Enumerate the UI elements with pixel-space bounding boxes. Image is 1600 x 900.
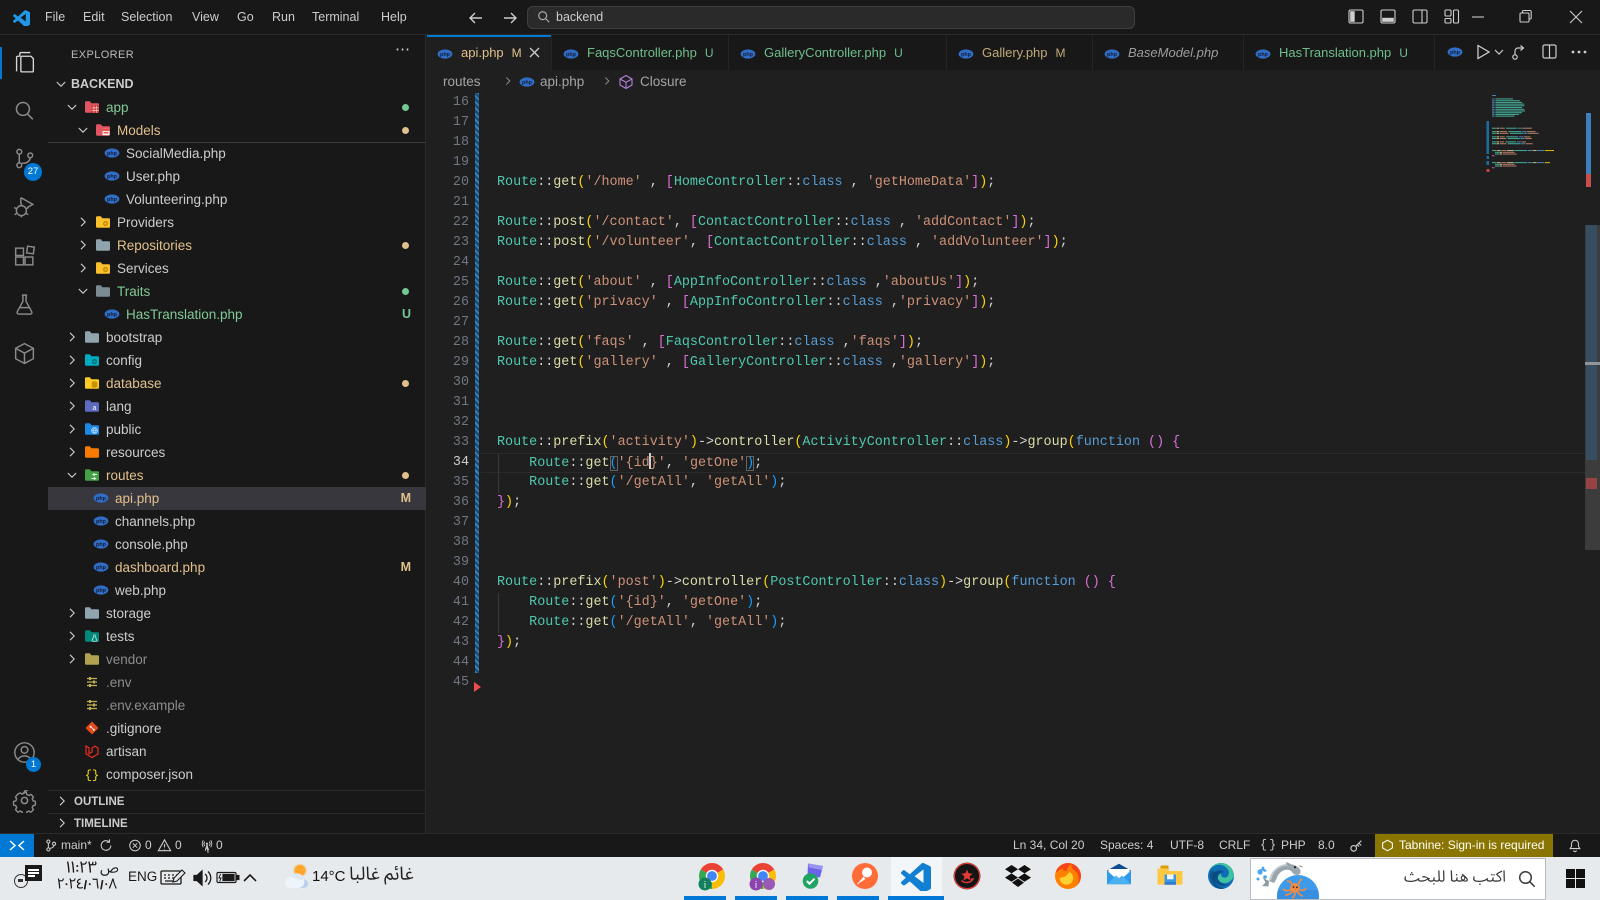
svg-text:php: php [743,52,754,58]
svg-text:php: php [566,52,577,58]
svg-text:{}: {} [85,769,99,783]
svg-text:php: php [107,151,118,157]
svg-text:php: php [1450,50,1461,56]
svg-text:php: php [107,197,118,203]
svg-text:php: php [107,174,118,180]
svg-text:php: php [96,588,107,594]
svg-text:php: php [96,565,107,571]
svg-text:php: php [107,312,118,318]
svg-text:php: php [961,52,972,58]
svg-text:php: php [96,496,107,502]
svg-text:a: a [93,405,97,412]
svg-text:php: php [96,542,107,548]
svg-text:php: php [96,519,107,525]
svg-text:php: php [1258,52,1269,58]
svg-text:php: php [522,80,533,86]
svg-text:php: php [1107,52,1118,58]
svg-text:php: php [440,52,451,58]
